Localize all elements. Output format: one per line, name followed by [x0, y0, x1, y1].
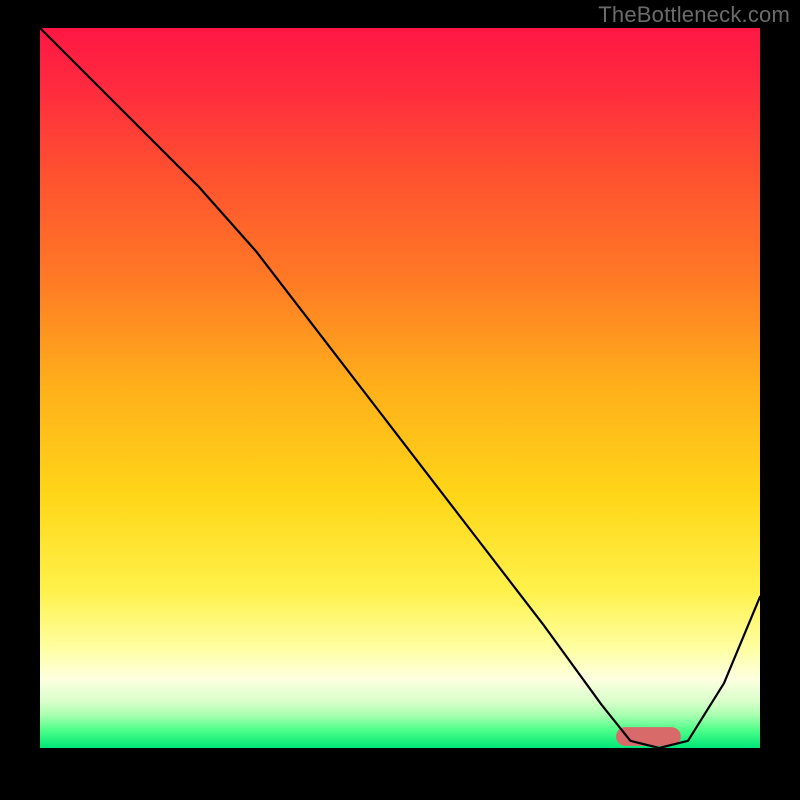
- plot-frame: [40, 28, 760, 748]
- chart-root: TheBottleneck.com: [0, 0, 800, 800]
- watermark-text: TheBottleneck.com: [598, 2, 790, 28]
- chart-svg: [40, 28, 760, 748]
- plot-area: [40, 28, 760, 748]
